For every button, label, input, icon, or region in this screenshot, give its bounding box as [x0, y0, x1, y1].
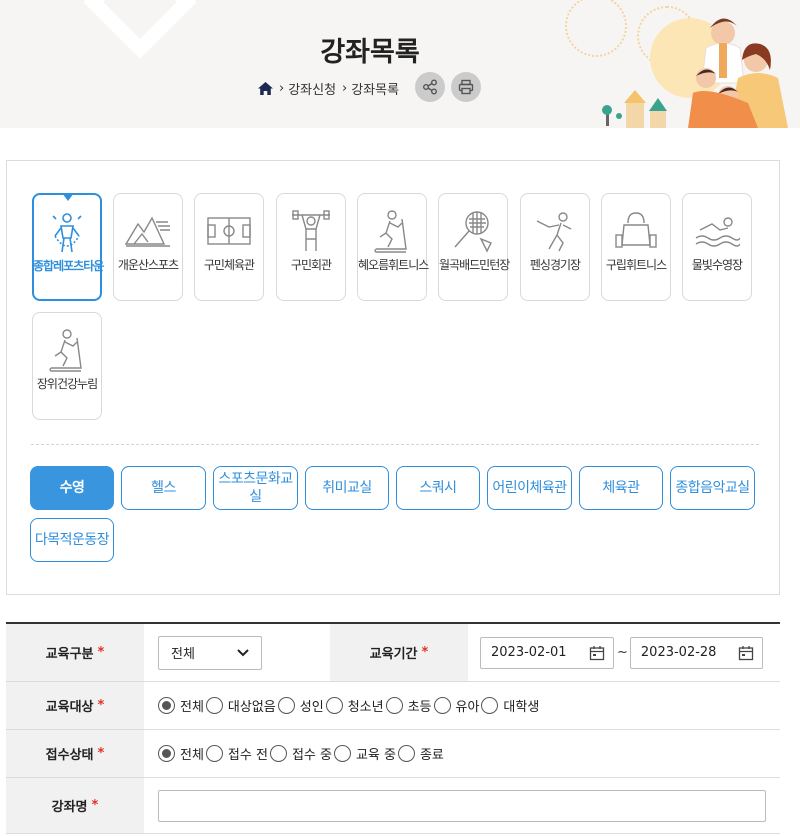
facility-panel: 종합레포츠타운 개운산스포츠 구민체육관 구민회관 혜오름휘트니스 월곡배드민턴…: [6, 160, 780, 595]
required-mark: *: [91, 798, 99, 813]
search-form: 교육구분 * 전체 교육기간 * 2023-02-01 ~ 2023-02-28 교…: [6, 622, 780, 834]
radio-target-elementary[interactable]: 초등: [385, 696, 432, 715]
treadmill-icon: [366, 208, 418, 254]
mountain-icon: [122, 208, 174, 254]
facility-tile-gumin-gym[interactable]: 구민체육관: [194, 193, 264, 301]
category-sports-culture-button[interactable]: 스포츠문화교실: [213, 466, 298, 510]
facility-tile-wolgok[interactable]: 월곡배드민턴장: [438, 193, 510, 301]
chevron-down-icon: [237, 648, 249, 656]
radio-target-none[interactable]: 대상없음: [205, 696, 276, 715]
required-mark: *: [97, 698, 105, 713]
page-header-banner: 강좌목록 › 강좌신청 › 강좌목록: [0, 0, 800, 128]
facility-label: 물빛수영장: [691, 258, 743, 272]
category-squash-button[interactable]: 스쿼시: [396, 466, 480, 510]
edu-type-select[interactable]: 전체: [158, 635, 262, 670]
status-label: 접수상태 *: [6, 730, 144, 777]
category-health-button[interactable]: 헬스: [121, 466, 206, 510]
form-row-type-period: 교육구분 * 전체 교육기간 * 2023-02-01 ~ 2023-02-28: [6, 624, 780, 682]
edu-target-cell: 전체 대상없음 성인 청소년 초등 유아 대학생: [144, 682, 780, 729]
course-name-cell: [144, 778, 780, 833]
date-value: 2023-02-28: [640, 645, 717, 660]
radio-status-before[interactable]: 접수 전: [205, 744, 268, 763]
calendar-icon[interactable]: [738, 645, 754, 661]
print-button[interactable]: [451, 72, 481, 102]
facility-tile-gumin-hall[interactable]: 구민회관: [276, 193, 346, 301]
facility-label: 월곡배드민턴장: [439, 258, 510, 272]
date-range-separator: ~: [617, 645, 628, 660]
weightlifter-icon: [285, 208, 337, 254]
category-multipurpose-button[interactable]: 다목적운동장: [30, 518, 114, 562]
category-music-button[interactable]: 종합음악교실: [670, 466, 755, 510]
facility-label: 장위건강누림: [36, 377, 98, 391]
form-row-course-name: 강좌명 *: [6, 778, 780, 834]
form-row-status: 접수상태 * 전체 접수 전 접수 중 교육 중 종료: [6, 730, 780, 778]
facility-tile-hyeoreum[interactable]: 혜오름휘트니스: [357, 193, 429, 301]
facility-label: 종합레포츠타운: [33, 259, 104, 273]
active-indicator-icon: [62, 193, 74, 201]
kettlebell-icon: [610, 208, 662, 254]
section-divider: [31, 444, 759, 445]
facility-tile-fencing[interactable]: 펜싱경기장: [520, 193, 590, 301]
family-illustration: [602, 18, 788, 128]
select-value: 전체: [171, 647, 195, 662]
edu-period-label: 교육기간 *: [330, 624, 468, 681]
chevron-right-icon: ›: [342, 80, 348, 96]
print-icon: [458, 79, 474, 95]
radio-target-college[interactable]: 대학생: [481, 696, 539, 715]
edu-type-label: 교육구분 *: [6, 624, 144, 681]
calendar-icon[interactable]: [589, 645, 605, 661]
fencing-icon: [529, 208, 581, 254]
swimmer-icon: [691, 208, 743, 254]
radio-status-in-progress[interactable]: 교육 중: [333, 744, 396, 763]
breadcrumb: › 강좌신청 › 강좌목록: [258, 78, 399, 98]
share-icon: [423, 79, 437, 95]
home-icon[interactable]: [258, 81, 273, 95]
edu-target-radio-group: 전체 대상없음 성인 청소년 초등 유아 대학생: [158, 696, 541, 715]
edu-period-cell: 2023-02-01 ~ 2023-02-28: [468, 624, 780, 681]
facility-tile-gaeunsan[interactable]: 개운산스포츠: [113, 193, 183, 301]
form-row-target: 교육대상 * 전체 대상없음 성인 청소년 초등 유아 대학생: [6, 682, 780, 730]
required-mark: *: [97, 645, 105, 660]
category-swimming-button[interactable]: 수영: [30, 466, 114, 510]
radio-target-youth[interactable]: 청소년: [325, 696, 384, 715]
facility-label: 개운산스포츠: [117, 258, 179, 272]
court-icon: [203, 208, 255, 254]
share-button[interactable]: [415, 72, 445, 102]
radio-target-preschool[interactable]: 유아: [433, 696, 479, 715]
status-radio-group: 전체 접수 전 접수 중 교육 중 종료: [158, 744, 446, 763]
edu-target-label: 교육대상 *: [6, 682, 144, 729]
course-name-input[interactable]: [158, 789, 766, 822]
required-mark: *: [97, 746, 105, 761]
facility-label: 펜싱경기장: [529, 258, 581, 272]
category-kids-gym-button[interactable]: 어린이체육관: [487, 466, 572, 510]
facility-label: 구립휘트니스: [605, 258, 667, 272]
date-to-input[interactable]: 2023-02-28: [629, 636, 763, 669]
radio-target-all[interactable]: 전체: [158, 696, 204, 715]
radio-status-open[interactable]: 접수 중: [269, 744, 332, 763]
facility-tile-jongHap[interactable]: 종합레포츠타운: [32, 193, 104, 301]
required-mark: *: [421, 645, 429, 660]
facility-label: 혜오름휘트니스: [358, 258, 429, 272]
category-hobby-button[interactable]: 취미교실: [305, 466, 389, 510]
treadmill-icon: [41, 327, 93, 373]
date-from-input[interactable]: 2023-02-01: [480, 636, 614, 669]
radio-status-all[interactable]: 전체: [158, 744, 204, 763]
course-name-label: 강좌명 *: [6, 778, 144, 833]
jump-rope-icon: [41, 209, 93, 255]
facility-tile-mulbit-pool[interactable]: 물빛수영장: [682, 193, 752, 301]
facility-tile-jangwi[interactable]: 장위건강누림: [32, 312, 102, 420]
breadcrumb-item-current: 강좌목록: [351, 82, 400, 98]
radio-status-ended[interactable]: 종료: [397, 744, 444, 763]
radio-target-adult[interactable]: 성인: [277, 696, 324, 715]
status-cell: 전체 접수 전 접수 중 교육 중 종료: [144, 730, 780, 777]
facility-label: 구민체육관: [203, 258, 255, 272]
category-gym-button[interactable]: 체육관: [579, 466, 663, 510]
breadcrumb-item[interactable]: 강좌신청: [288, 79, 336, 98]
chevron-right-icon: ›: [279, 80, 285, 96]
facility-tile-gurip-fitness[interactable]: 구립휘트니스: [601, 193, 671, 301]
date-value: 2023-02-01: [491, 645, 567, 660]
badminton-icon: [447, 208, 499, 254]
edu-type-cell: 전체: [144, 624, 330, 681]
facility-label: 구민회관: [290, 258, 332, 272]
